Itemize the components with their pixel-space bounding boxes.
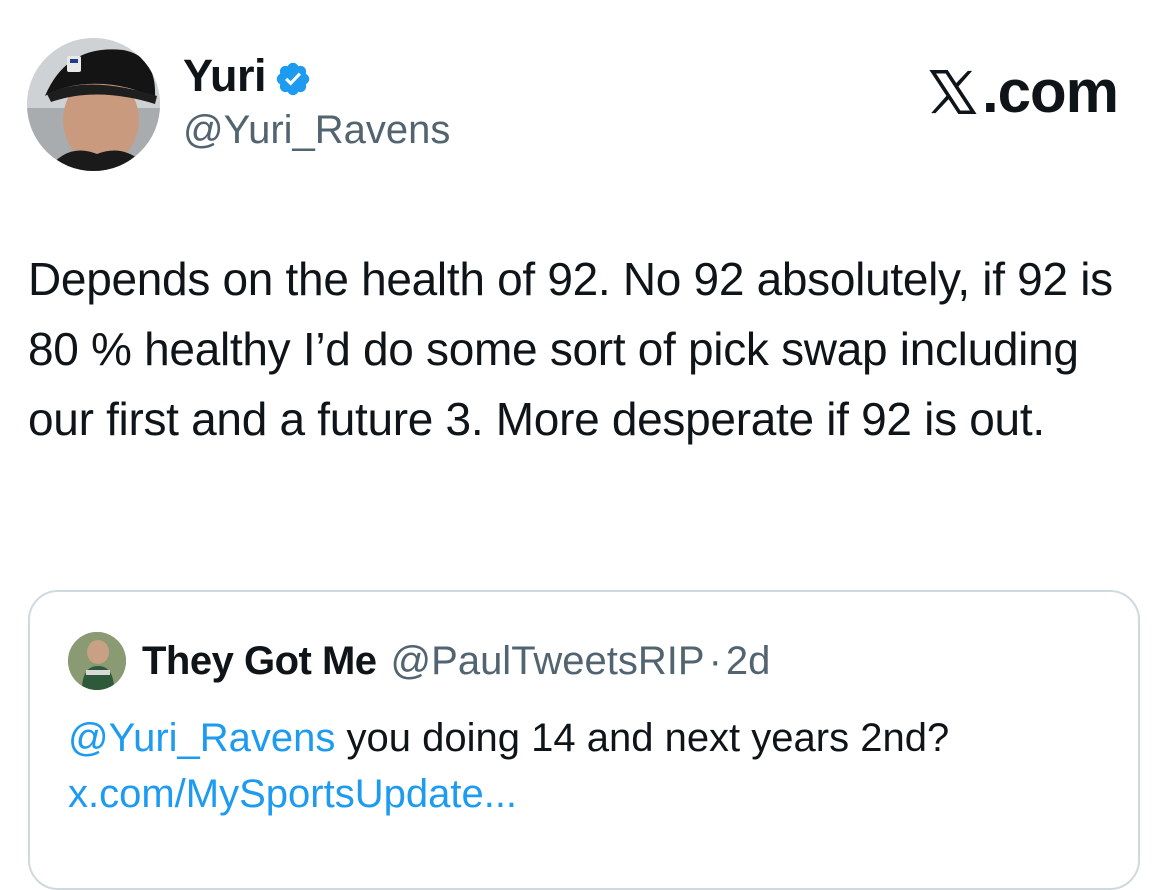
author-name-text[interactable]: Yuri xyxy=(183,50,267,102)
quote-author-handle[interactable]: @PaulTweetsRIP xyxy=(391,636,705,686)
quoted-tweet[interactable]: They Got Me @PaulTweetsRIP · 2d @Yuri_Ra… xyxy=(28,590,1140,890)
quote-separator: · xyxy=(708,639,722,683)
quote-header: They Got Me @PaulTweetsRIP · 2d xyxy=(142,636,770,686)
quote-author-name[interactable]: They Got Me xyxy=(142,636,377,686)
author-avatar[interactable] xyxy=(27,38,160,171)
quote-timestamp[interactable]: 2d xyxy=(726,636,771,686)
quote-body-text: you doing 14 and next years 2nd? xyxy=(335,716,950,760)
quote-mention-link[interactable]: @Yuri_Ravens xyxy=(68,716,335,760)
quote-author-avatar[interactable] xyxy=(68,632,126,690)
tweet-card: Yuri @Yuri_Ravens .com Depends on the he… xyxy=(0,0,1170,890)
site-brand: .com xyxy=(926,58,1119,125)
quote-url-link[interactable]: x.com/MySportsUpdate... xyxy=(68,772,517,816)
quote-text: @Yuri_Ravens you doing 14 and next years… xyxy=(68,710,1128,822)
x-logo-icon xyxy=(926,65,980,119)
author-handle[interactable]: @Yuri_Ravens xyxy=(183,106,450,154)
tweet-text: Depends on the health of 92. No 92 absol… xyxy=(28,253,1126,445)
site-brand-text: .com xyxy=(981,58,1119,125)
verified-badge-icon xyxy=(274,57,312,96)
author-display-name[interactable]: Yuri xyxy=(183,50,312,102)
